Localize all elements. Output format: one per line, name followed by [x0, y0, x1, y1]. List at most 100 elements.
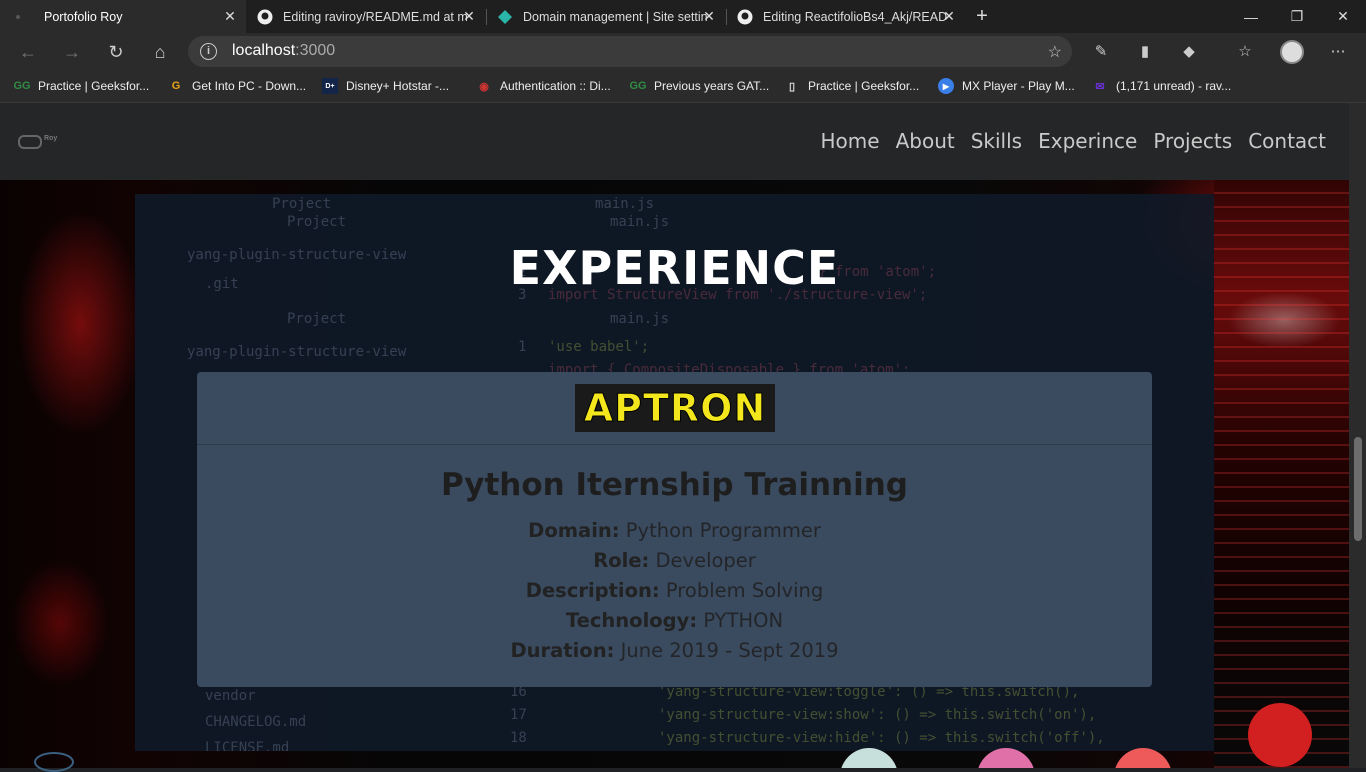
pen-extension-icon[interactable]: ✎ — [1091, 41, 1111, 61]
bookmark-label: Previous years GAT... — [654, 79, 770, 93]
tab-title: Editing ReactifolioBs4_Akj/READ — [763, 9, 948, 24]
hotstar-icon: D+ — [322, 78, 338, 94]
auth-icon: ◉ — [479, 80, 489, 93]
close-icon[interactable]: ✕ — [461, 8, 477, 24]
tab-title: Portofolio Roy — [44, 9, 123, 24]
bookmark-label: Practice | Geeksfor... — [38, 79, 150, 93]
code-text: LICENSE.md — [205, 740, 290, 751]
add-favorite-icon[interactable]: ☆ — [1048, 42, 1062, 62]
bookmark-label: Disney+ Hotstar -... — [346, 79, 450, 93]
code-text: main.js — [610, 214, 670, 230]
forward-button[interactable]: → — [56, 36, 88, 68]
signal-extension-icon[interactable]: ▮ — [1135, 41, 1155, 61]
tab-readme[interactable]: Editing raviroy/README.md at m ✕ — [247, 0, 485, 33]
restore-button[interactable]: ❐ — [1274, 0, 1320, 33]
code-text: 'use babel'; — [548, 339, 650, 355]
home-button[interactable]: ⌂ — [144, 36, 176, 68]
bookmark-label: (1,171 unread) - rav... — [1116, 79, 1232, 93]
bookmark-label: Authentication :: Di... — [500, 79, 611, 93]
favorites-icon[interactable]: ☆ — [1235, 41, 1255, 61]
address-bar[interactable]: i localhost:3000 ☆ — [188, 36, 1072, 67]
detail-value: Problem Solving — [665, 579, 824, 602]
code-text: main.js — [610, 311, 670, 327]
bookmark-item[interactable]: D+ Disney+ Hotstar -... — [322, 76, 449, 96]
github-icon — [737, 9, 753, 25]
code-text: 'yang-structure-view:show': () => this.s… — [658, 707, 1097, 723]
detail-label: Domain: — [528, 519, 620, 542]
code-text: 1 — [518, 339, 527, 355]
gfg-icon: GG — [13, 80, 31, 92]
bookmark-item[interactable]: ▯ Practice | Geeksfor... — [784, 76, 919, 96]
detail-row: Duration: June 2019 - Sept 2019 — [197, 639, 1152, 669]
floating-action-button[interactable] — [1248, 703, 1312, 767]
gamepad-icon — [18, 135, 42, 149]
code-text: 17 — [510, 707, 527, 723]
site-logo[interactable]: Roy — [18, 131, 66, 153]
close-icon[interactable]: ✕ — [941, 8, 957, 24]
colorful-extension-icon[interactable]: ◆ — [1179, 41, 1199, 61]
code-text: CHANGELOG.md — [205, 714, 307, 730]
getintopc-icon: G — [171, 80, 181, 92]
bookmark-item[interactable]: GG Previous years GAT... — [629, 76, 770, 96]
code-text: 18 — [510, 730, 527, 746]
detail-label: Description: — [525, 579, 660, 602]
url-port: :3000 — [295, 42, 336, 59]
bookmark-item[interactable]: G Get Into PC - Down... — [168, 76, 306, 96]
tab-reactifolio[interactable]: Editing ReactifolioBs4_Akj/READ ✕ — [727, 0, 965, 33]
bookmark-label: Get Into PC - Down... — [192, 79, 307, 93]
scrollbar-thumb[interactable] — [1354, 437, 1362, 541]
detail-row: Description: Problem Solving — [197, 579, 1152, 609]
detail-value: PYTHON — [703, 609, 784, 632]
back-button[interactable]: ← — [12, 36, 44, 68]
nav-about[interactable]: About — [896, 129, 955, 153]
profile-avatar[interactable] — [1280, 40, 1304, 64]
mail-icon: ✉ — [1095, 80, 1105, 93]
card-header: APTRON — [197, 372, 1152, 445]
code-text: Project — [287, 214, 347, 230]
detail-label: Role: — [593, 549, 650, 572]
info-icon[interactable]: i — [200, 43, 217, 60]
url-host: localhost — [232, 42, 296, 59]
nav-projects[interactable]: Projects — [1153, 129, 1232, 153]
code-text: Project — [287, 311, 347, 327]
detail-row: Domain: Python Programmer — [197, 519, 1152, 549]
detail-value: Python Programmer — [625, 519, 821, 542]
nav-home[interactable]: Home — [821, 129, 880, 153]
close-window-button[interactable]: ✕ — [1320, 0, 1366, 33]
mxplayer-icon: ▶ — [938, 78, 954, 94]
code-text: yang-plugin-structure-view — [187, 344, 407, 360]
bookmark-item[interactable]: ◉ Authentication :: Di... — [476, 76, 611, 96]
detail-row: Technology: PYTHON — [197, 609, 1152, 639]
nav-contact[interactable]: Contact — [1248, 129, 1326, 153]
bookmark-item[interactable]: GG Practice | Geeksfor... — [13, 76, 150, 96]
tab-portfolio[interactable]: Portofolio Roy ✕ — [0, 0, 246, 33]
url-text[interactable]: localhost:3000 — [232, 42, 335, 60]
card-details: Domain: Python Programmer Role: Develope… — [197, 519, 1152, 669]
minimize-button[interactable]: — — [1228, 0, 1274, 33]
home-icon: ⌂ — [154, 41, 166, 62]
tab-strip: Portofolio Roy ✕ Editing raviroy/README.… — [0, 0, 1366, 33]
detail-label: Duration: — [510, 639, 615, 662]
loading-icon — [10, 9, 26, 25]
close-icon[interactable]: ✕ — [701, 8, 717, 24]
bookmark-item[interactable]: ✉ (1,171 unread) - rav... — [1092, 76, 1231, 96]
toolbar: ← → ↻ ⌂ i localhost:3000 ☆ ✎ ▮ ◆ ☆ ⋯ — [0, 33, 1366, 70]
arrow-left-icon: ← — [19, 41, 37, 62]
scrollbar[interactable] — [1349, 103, 1366, 768]
detail-label: Technology: — [565, 609, 698, 632]
detail-value: June 2019 - Sept 2019 — [620, 639, 839, 662]
react-logo-icon — [34, 752, 74, 772]
tab-title: Domain management | Site settin — [523, 9, 708, 24]
nav-experience[interactable]: Experince — [1038, 129, 1137, 153]
bookmark-item[interactable]: ▶ MX Player - Play M... — [938, 76, 1075, 96]
new-tab-button[interactable]: + — [971, 5, 993, 27]
close-icon[interactable]: ✕ — [222, 8, 238, 24]
github-icon — [257, 9, 273, 25]
nav-skills[interactable]: Skills — [971, 129, 1022, 153]
tab-title: Editing raviroy/README.md at m — [283, 9, 468, 24]
tab-domain[interactable]: Domain management | Site settin ✕ — [487, 0, 725, 33]
bookmark-label: MX Player - Play M... — [962, 79, 1075, 93]
more-icon[interactable]: ⋯ — [1328, 41, 1348, 61]
code-text: main.js — [595, 196, 655, 212]
reload-button[interactable]: ↻ — [100, 36, 132, 68]
